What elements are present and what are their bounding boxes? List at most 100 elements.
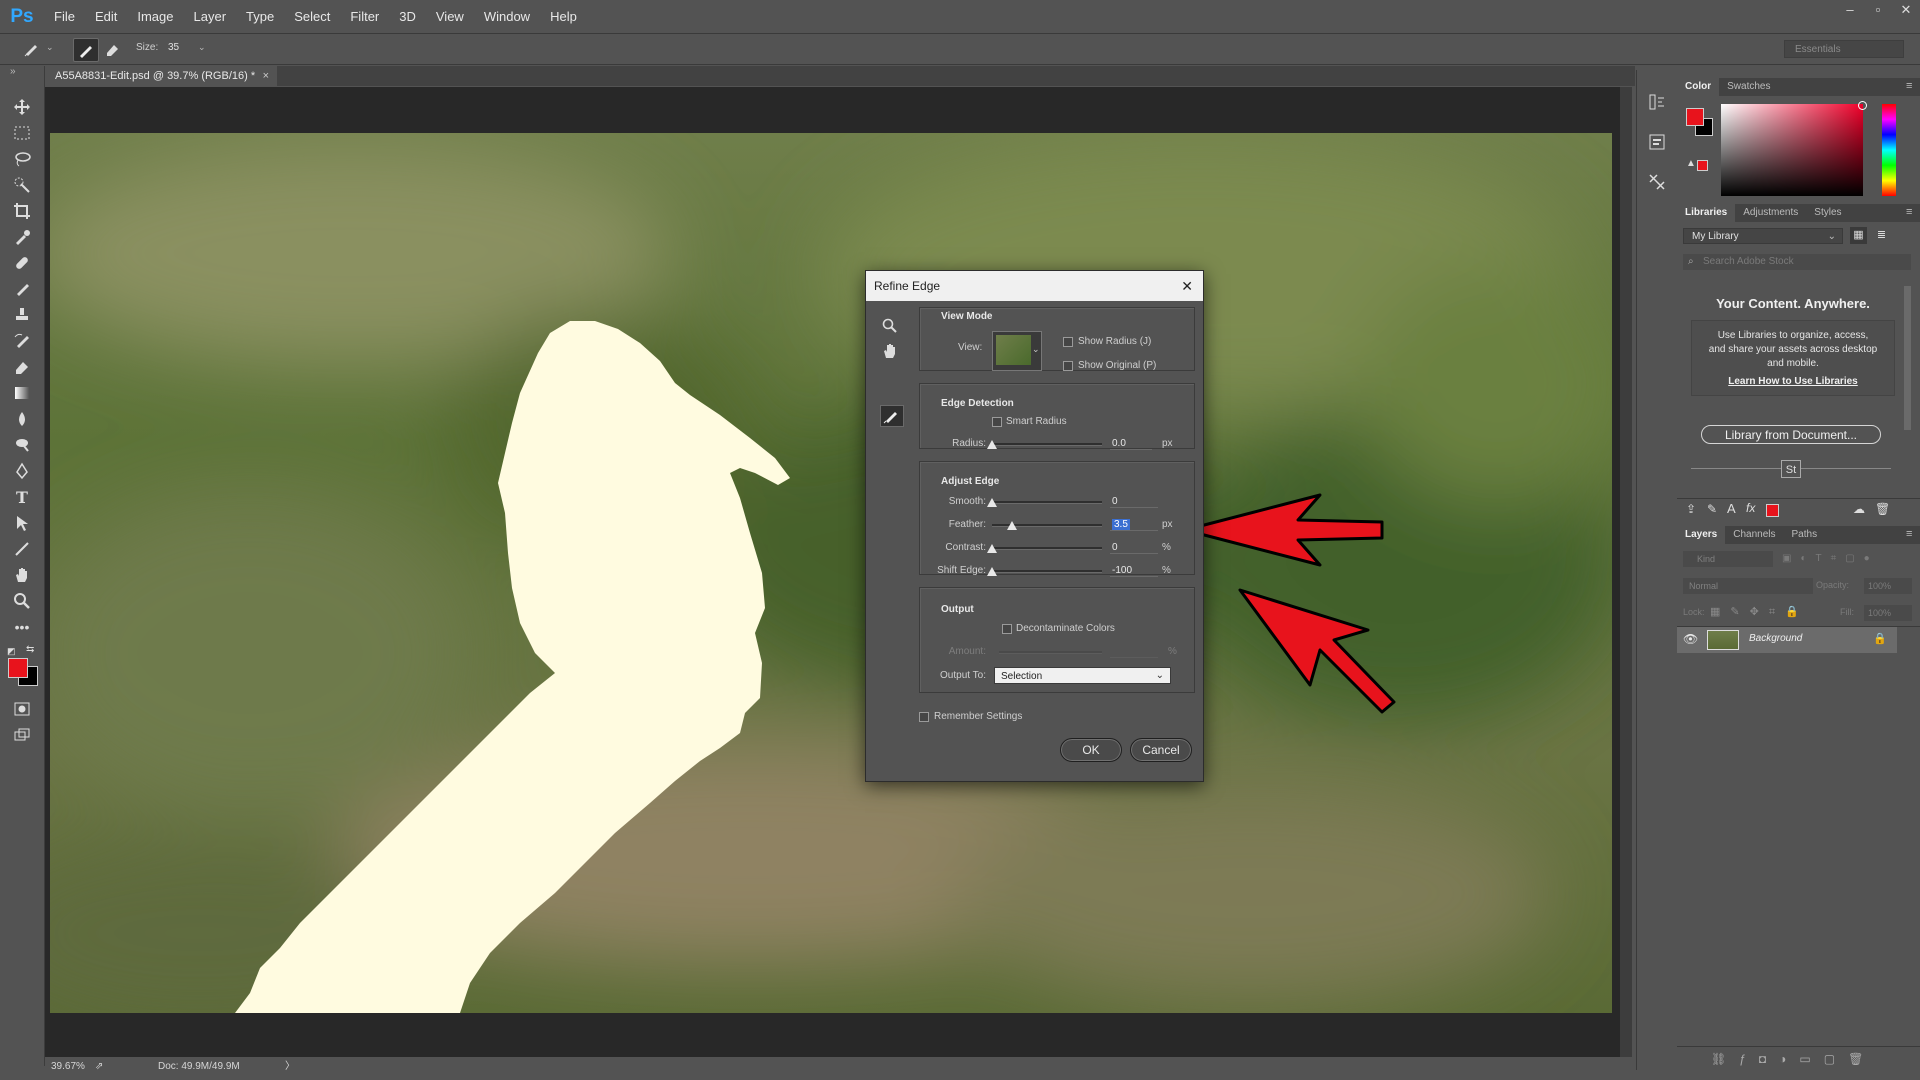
- tab-color[interactable]: Color: [1677, 78, 1720, 96]
- feather-slider-thumb[interactable]: [1007, 521, 1017, 530]
- remember-settings-checkbox[interactable]: [919, 712, 929, 722]
- foreground-color-swatch[interactable]: [8, 658, 28, 678]
- quick-selection-tool[interactable]: [10, 174, 34, 196]
- menu-3d[interactable]: 3D: [389, 0, 426, 33]
- cancel-button[interactable]: Cancel: [1130, 738, 1192, 762]
- menu-file[interactable]: File: [44, 0, 85, 33]
- clone-stamp-tool[interactable]: [10, 304, 34, 326]
- adobe-stock-badge[interactable]: St: [1781, 460, 1801, 478]
- properties-panel-button[interactable]: [1647, 132, 1669, 154]
- ok-button[interactable]: OK: [1060, 738, 1122, 762]
- menu-layer[interactable]: Layer: [184, 0, 237, 33]
- add-character-style-icon[interactable]: A: [1727, 501, 1736, 516]
- refine-radius-tool-button[interactable]: [880, 405, 904, 427]
- history-panel-button[interactable]: [1647, 92, 1669, 114]
- color-field-picker[interactable]: [1721, 104, 1863, 196]
- feather-input[interactable]: 3.5: [1110, 518, 1158, 531]
- eyedropper-tool[interactable]: [10, 226, 34, 248]
- layer-filter-icons[interactable]: ▣◐T⌗▢●: [1782, 551, 1912, 567]
- menu-help[interactable]: Help: [540, 0, 587, 33]
- opacity-input[interactable]: 100%: [1864, 578, 1912, 594]
- hand-tool[interactable]: [10, 564, 34, 586]
- contrast-slider-track[interactable]: [992, 547, 1102, 550]
- path-selection-tool[interactable]: [10, 512, 34, 534]
- add-graphic-icon[interactable]: ✎: [1707, 502, 1717, 516]
- color-picker-cursor[interactable]: [1858, 101, 1867, 110]
- tab-adjustments[interactable]: Adjustments: [1735, 204, 1806, 222]
- contrast-input[interactable]: 0: [1110, 541, 1158, 554]
- maximize-button[interactable]: ▫: [1864, 0, 1892, 22]
- close-dialog-icon[interactable]: ✕: [1181, 271, 1193, 301]
- edit-toolbar-button[interactable]: •••: [10, 616, 34, 638]
- layer-row[interactable]: 👁 Background 🔒: [1677, 627, 1897, 653]
- lock-options-icons[interactable]: ▦✎✥⌗🔒: [1710, 605, 1809, 619]
- learn-libraries-link[interactable]: Learn How to Use Libraries: [1692, 376, 1894, 387]
- zoom-level[interactable]: 39.67%: [51, 1057, 85, 1077]
- smart-radius-checkbox[interactable]: [992, 417, 1002, 427]
- tab-paths[interactable]: Paths: [1784, 526, 1826, 544]
- status-menu-arrow[interactable]: 〉: [285, 1057, 295, 1077]
- zoom-tool-button[interactable]: [882, 318, 898, 337]
- vertical-scrollbar[interactable]: [1620, 87, 1632, 1057]
- cloud-sync-icon[interactable]: ☁: [1853, 502, 1865, 516]
- tab-libraries[interactable]: Libraries: [1677, 204, 1736, 222]
- library-select[interactable]: My Library ⌄: [1683, 228, 1843, 244]
- marquee-tool[interactable]: [10, 122, 34, 144]
- radius-slider-thumb[interactable]: [987, 440, 997, 449]
- gamut-color-swatch[interactable]: [1697, 160, 1708, 171]
- eye-icon[interactable]: 👁: [1683, 632, 1698, 646]
- line-tool[interactable]: [10, 538, 34, 560]
- brush-presets-panel-button[interactable]: [1647, 172, 1669, 194]
- radius-slider-track[interactable]: [992, 443, 1102, 446]
- crop-tool[interactable]: [10, 200, 34, 222]
- dodge-tool[interactable]: [10, 434, 34, 456]
- blend-mode-select[interactable]: Normal: [1683, 578, 1813, 594]
- decontaminate-colors-checkbox[interactable]: [1002, 624, 1012, 634]
- output-to-select[interactable]: Selection ⌄: [994, 667, 1171, 684]
- menu-filter[interactable]: Filter: [340, 0, 389, 33]
- gradient-tool[interactable]: [10, 382, 34, 404]
- healing-brush-tool[interactable]: [10, 252, 34, 274]
- eraser-tool[interactable]: [10, 356, 34, 378]
- layer-filter-select[interactable]: Kind: [1683, 551, 1773, 567]
- tab-layers[interactable]: Layers: [1677, 526, 1726, 544]
- chevron-down-icon[interactable]: ⌄: [46, 42, 54, 53]
- shift-edge-input[interactable]: -100: [1110, 564, 1158, 577]
- fill-input[interactable]: 100%: [1864, 605, 1912, 621]
- workspace-switcher[interactable]: Essentials: [1784, 40, 1904, 58]
- menu-select[interactable]: Select: [284, 0, 340, 33]
- shift-edge-slider-track[interactable]: [992, 570, 1102, 573]
- lasso-tool[interactable]: [10, 148, 34, 170]
- tab-channels[interactable]: Channels: [1725, 526, 1783, 544]
- color-panel-foreground-swatch[interactable]: [1686, 108, 1704, 126]
- history-brush-tool[interactable]: [10, 330, 34, 352]
- add-layer-style-icon[interactable]: fx: [1746, 501, 1755, 515]
- close-window-button[interactable]: ✕: [1892, 0, 1920, 22]
- menu-view[interactable]: View: [426, 0, 474, 33]
- libraries-scrollbar[interactable]: [1904, 286, 1911, 430]
- panel-menu-icon[interactable]: ≡: [1906, 206, 1912, 218]
- hand-tool-button[interactable]: [882, 343, 898, 362]
- menu-window[interactable]: Window: [474, 0, 540, 33]
- refine-radius-tool-button[interactable]: [73, 38, 99, 62]
- show-radius-checkbox[interactable]: [1063, 337, 1073, 347]
- stock-search-input[interactable]: ⌕ Search Adobe Stock: [1683, 254, 1911, 270]
- panel-menu-icon[interactable]: ≡: [1906, 80, 1912, 92]
- menu-type[interactable]: Type: [236, 0, 284, 33]
- menu-image[interactable]: Image: [127, 0, 183, 33]
- dialog-title-bar[interactable]: Refine Edge ✕: [866, 271, 1203, 301]
- list-view-icon[interactable]: ≣: [1873, 227, 1890, 244]
- show-original-checkbox[interactable]: [1063, 361, 1073, 371]
- move-tool[interactable]: [10, 96, 34, 118]
- add-color-swatch[interactable]: [1766, 504, 1779, 517]
- default-colors-icon[interactable]: ◩: [7, 646, 16, 657]
- library-from-document-button[interactable]: Library from Document...: [1701, 425, 1881, 444]
- upload-icon[interactable]: ⇪: [1686, 502, 1696, 516]
- trash-icon[interactable]: 🗑: [1875, 502, 1890, 516]
- erase-refinements-tool-button[interactable]: [100, 38, 124, 60]
- pen-tool[interactable]: [10, 460, 34, 482]
- share-icon[interactable]: ⇗: [95, 1057, 103, 1077]
- type-tool[interactable]: T: [10, 486, 34, 508]
- screen-mode-button[interactable]: [10, 724, 34, 746]
- smooth-slider-track[interactable]: [992, 501, 1102, 504]
